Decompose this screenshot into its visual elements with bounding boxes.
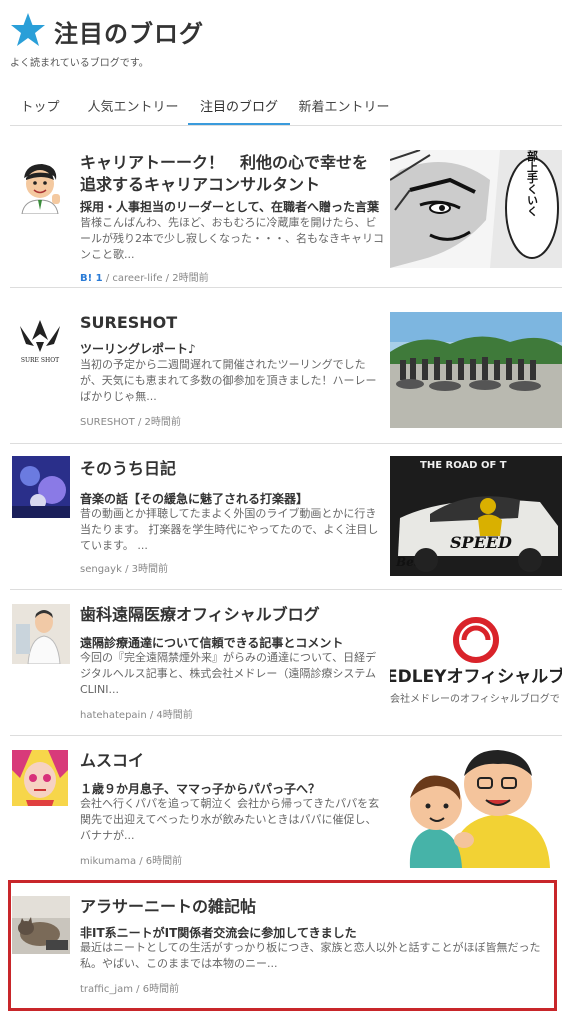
entry-thumbnail[interactable]: THE ROAD OF T SPEED Betta	[390, 456, 562, 576]
entry-thumbnail[interactable]	[390, 312, 562, 428]
blog-entry[interactable]: 歯科遠隔医療オフィシャルブログ 遠隔診療通達について信頼できる記事とコメント 今…	[10, 590, 562, 736]
blog-entry[interactable]: SURE SHOT SURESHOT ツーリングレポート♪ 当初の予定から二週間…	[10, 298, 562, 444]
blog-entry[interactable]: ムスコイ １歳９か月息子、ママっ子からパパっ子へ？ 会社へ行くパパを追って朝泣く…	[10, 736, 562, 880]
thumbnail-caption: EDLEYオフィシャルブロ	[390, 666, 562, 687]
entry-thumbnail[interactable]: 全部上手くいく	[390, 150, 562, 268]
page-header: 注目のブログ よく読まれているブログです。	[10, 10, 560, 70]
article-title[interactable]: １歳９か月息子、ママっ子からパパっ子へ？	[80, 780, 385, 797]
article-excerpt: 当初の予定から二週間遅れて開催されたツーリングでしたが、天気にも恵まれて多数の御…	[80, 358, 377, 403]
blog-name[interactable]: キャリアトーーク！ 利他の心で幸せを追求するキャリアコンサルタント	[80, 152, 380, 196]
avatar[interactable]	[12, 456, 70, 518]
page-title: 注目のブログ	[54, 20, 204, 48]
tab-bar: トップ 人気エントリー 注目のブログ 新着エントリー	[10, 94, 562, 126]
tab-new-entries[interactable]: 新着エントリー	[296, 94, 392, 125]
article-excerpt: 今回の『完全遠隔禁煙外来』がらみの通達について、日経デジタルヘルス記事と、株式会…	[80, 651, 377, 696]
logo-text: SURE SHOT	[21, 357, 59, 364]
star-icon	[11, 13, 45, 46]
entry-thumbnail[interactable]	[390, 748, 562, 868]
article-excerpt: 昔の動画とか拝聴してたまよく外国のライブ動画とかに行き当たります。 打楽器を学生…	[80, 507, 379, 552]
article-title[interactable]: 採用・人事担当のリーダーとして、在職者へ贈った言葉	[80, 198, 385, 215]
page-subtitle: よく読まれているブログです。	[10, 58, 149, 69]
thumbnail-caption: SPEED	[450, 533, 512, 552]
entry-thumbnail[interactable]: EDLEYオフィシャルブロ 会社メドレーのオフィシャルブログで	[390, 604, 562, 716]
blog-entry[interactable]: キャリアトーーク！ 利他の心で幸せを追求するキャリアコンサルタント 採用・人事担…	[10, 148, 562, 288]
entry-meta: SURESHOT / 2時間前	[80, 417, 181, 428]
avatar[interactable]	[12, 604, 70, 664]
blog-name[interactable]: SURESHOT	[80, 312, 380, 334]
entry-meta: sengayk / 3時間前	[80, 564, 168, 575]
thumbnail-caption: 会社メドレーのオフィシャルブログで	[390, 692, 560, 705]
blog-name[interactable]: ムスコイ	[80, 750, 380, 772]
article-excerpt: 皆様こんばんわ、先ほど、おもむろに冷蔵庫を開けたら、ビールが残り2本で少し寂しく…	[80, 216, 384, 261]
blog-entry[interactable]: そのうち日記 音楽の話【その緩急に魅了される打楽器】 昔の動画とか拝聴してたまよ…	[10, 444, 562, 590]
avatar[interactable]: SURE SHOT	[12, 312, 68, 368]
avatar[interactable]	[12, 158, 68, 214]
article-title[interactable]: ツーリングレポート♪	[80, 340, 385, 357]
tab-featured-blogs[interactable]: 注目のブログ	[188, 94, 290, 125]
entry-meta: B! 1 / career-life / 2時間前	[80, 273, 209, 284]
entry-source-time: career-life / 2時間前	[112, 273, 209, 284]
thumbnail-caption: THE ROAD OF T	[420, 460, 507, 471]
blog-name[interactable]: 歯科遠隔医療オフィシャルブログ	[80, 604, 380, 626]
article-title[interactable]: 音楽の話【その緩急に魅了される打楽器】	[80, 490, 385, 507]
highlight-frame	[8, 880, 557, 1011]
tab-top[interactable]: トップ	[16, 94, 64, 125]
tab-popular-entries[interactable]: 人気エントリー	[84, 94, 182, 125]
bookmark-count[interactable]: B! 1	[80, 273, 103, 284]
article-excerpt: 会社へ行くパパを追って朝泣く 会社から帰ってきたパパを玄関先で出迎えてべったり水…	[80, 797, 380, 842]
thumbnail-caption: 全部上手くいく	[526, 150, 540, 217]
avatar[interactable]	[12, 750, 68, 806]
entry-meta: mikumama / 6時間前	[80, 856, 183, 867]
article-title[interactable]: 遠隔診療通達について信頼できる記事とコメント	[80, 634, 385, 651]
entry-meta: hatehatepain / 4時間前	[80, 710, 193, 721]
blog-name[interactable]: そのうち日記	[80, 458, 380, 480]
